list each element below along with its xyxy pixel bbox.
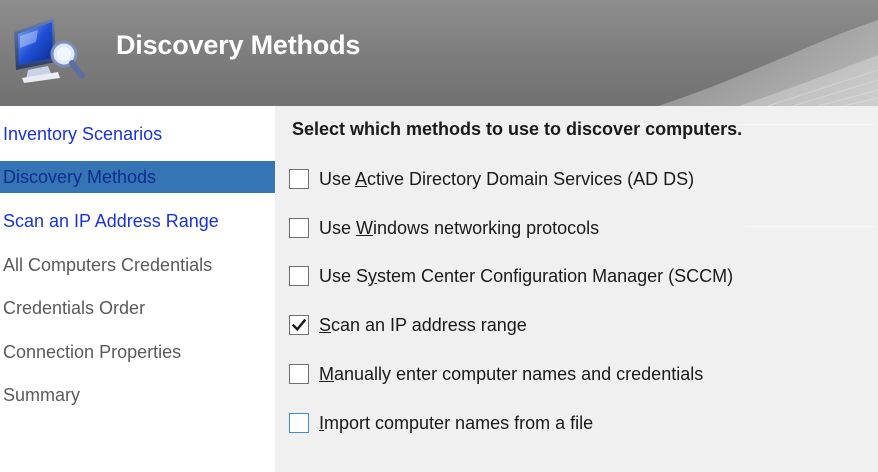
checkbox-ad-ds[interactable] [289, 169, 309, 189]
wizard-header: Discovery Methods [0, 0, 878, 106]
option-sccm-label: Use System Center Configuration Manager … [319, 265, 734, 286]
nav-item-inventory-scenarios[interactable]: Inventory Scenarios [0, 118, 275, 150]
option-scan-ip-range[interactable]: Scan an IP address range [289, 312, 527, 338]
nav-item-credentials-order: Credentials Order [3, 298, 146, 318]
divider [745, 226, 875, 227]
checkbox-windows-networking[interactable] [289, 218, 309, 238]
nav-item-summary: Summary [3, 385, 81, 405]
options-heading: Select which methods to use to discover … [292, 119, 743, 139]
nav-item-all-computers-credentials: All Computers Credentials [3, 255, 213, 275]
option-ad-ds-label: Use Active Directory Domain Services (AD… [319, 168, 695, 189]
header-decoration [658, 20, 878, 106]
option-manual-entry-label: Manually enter computer names and creden… [319, 363, 704, 384]
discovery-options-panel: Select which methods to use to discover … [275, 106, 878, 472]
option-scan-ip-range-label: Scan an IP address range [319, 314, 527, 335]
nav-item-connection-properties: Connection Properties [3, 342, 182, 362]
option-windows-networking-label: Use Windows networking protocols [319, 217, 600, 238]
nav-item-discovery-methods[interactable]: Discovery Methods [0, 161, 275, 193]
option-import-file-label: Import computer names from a file [319, 412, 594, 433]
computer-monitor-magnifier-icon [14, 18, 85, 83]
checkbox-manual-entry[interactable] [289, 364, 309, 384]
checkbox-import-file[interactable] [289, 413, 309, 433]
wizard-step-nav: Inventory Scenarios Discovery Methods Sc… [0, 106, 275, 472]
page-title: Discovery Methods [116, 30, 361, 60]
option-import-file[interactable]: Import computer names from a file [289, 410, 593, 436]
option-manual-entry[interactable]: Manually enter computer names and creden… [289, 361, 703, 387]
option-sccm[interactable]: Use System Center Configuration Manager … [289, 263, 733, 289]
option-ad-ds[interactable]: Use Active Directory Domain Services (AD… [289, 166, 694, 192]
checkmark-icon [291, 318, 307, 332]
option-windows-networking[interactable]: Use Windows networking protocols [289, 215, 599, 241]
nav-item-scan-ip-range[interactable]: Scan an IP Address Range [0, 205, 275, 237]
checkbox-scan-ip-range[interactable] [289, 315, 309, 335]
checkbox-sccm[interactable] [289, 266, 309, 286]
